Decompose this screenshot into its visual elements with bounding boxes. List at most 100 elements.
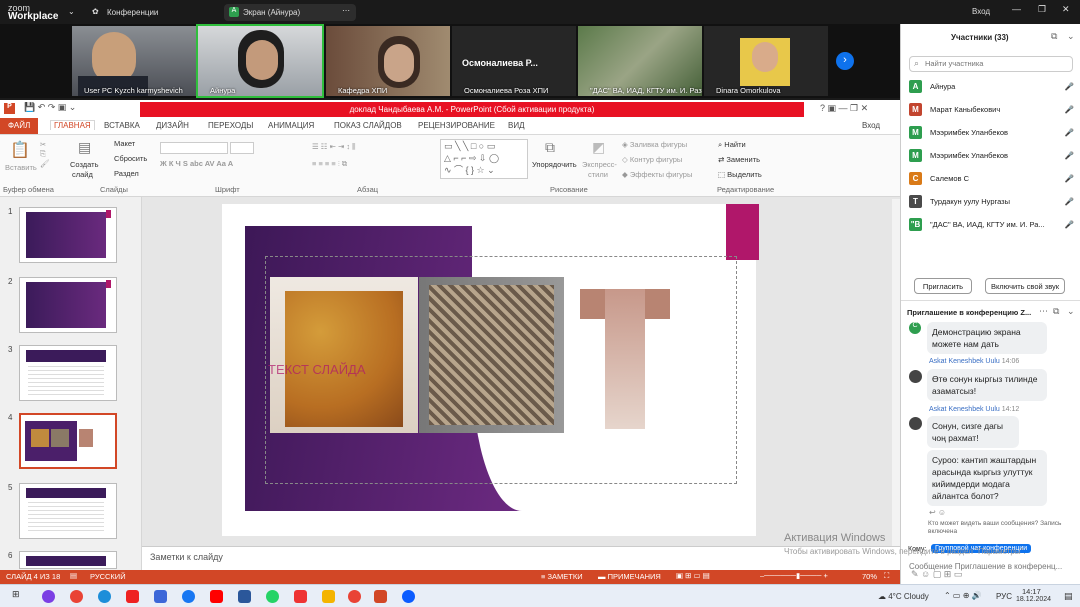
reply-icon[interactable]: ↩ ☺ xyxy=(929,508,946,517)
notes-placeholder[interactable]: Заметки к слайду xyxy=(150,552,223,562)
tab-slideshow[interactable]: ПОКАЗ СЛАЙДОВ xyxy=(334,121,402,130)
video-tile-2[interactable]: Айнура xyxy=(196,24,324,98)
clock-date[interactable]: 18.12.2024 xyxy=(1016,596,1051,603)
tab-review[interactable]: РЕЦЕНЗИРОВАНИЕ xyxy=(418,121,495,130)
cut-copy-icons[interactable]: ✂ ⎘ 🖌 xyxy=(40,140,50,168)
language-label[interactable]: РУССКИЙ xyxy=(90,572,126,581)
participant-row[interactable]: M Мээримбек Уланбеков 🎤 xyxy=(909,145,1074,165)
next-videos-button[interactable]: › xyxy=(836,52,854,70)
app-icon[interactable] xyxy=(42,590,55,603)
slide-body-text[interactable]: ТЕКСТ СЛАЙДА xyxy=(268,362,366,377)
tab-file[interactable]: ФАЙЛ xyxy=(0,118,38,134)
chevron-down-icon[interactable]: ⌄ xyxy=(68,7,75,16)
font-size-select[interactable] xyxy=(230,142,254,154)
invite-button[interactable]: Пригласить xyxy=(914,278,972,294)
font-format-buttons[interactable]: Ж К Ч S abc AV Aa A xyxy=(160,159,233,168)
view-buttons[interactable]: ▣ ⊞ ▭ ▤ xyxy=(676,571,710,580)
shape-outline-button[interactable]: ◇ Контур фигуры xyxy=(622,155,682,164)
zoom-level[interactable]: 70% xyxy=(862,572,877,581)
chevron-down-icon[interactable]: ⌄ xyxy=(1067,306,1075,317)
app-icon[interactable] xyxy=(294,590,307,603)
meetings-label[interactable]: Конференции xyxy=(107,8,158,17)
participant-row[interactable]: "В "ДАС" ВА, ИАД, КГТУ им. И. Ра... 🎤 xyxy=(909,214,1074,234)
notes-toggle[interactable]: ≡ ЗАМЕТКИ xyxy=(541,572,583,581)
new-slide-label[interactable]: слайд xyxy=(72,170,93,179)
arrange-button[interactable]: Упорядочить xyxy=(532,160,577,169)
app-icon[interactable] xyxy=(154,590,167,603)
popout-icon[interactable]: ⧉ xyxy=(1051,31,1057,42)
tab-home[interactable]: ГЛАВНАЯ xyxy=(50,120,95,130)
layout-button[interactable]: Макет xyxy=(114,139,135,148)
slide-thumb-2[interactable] xyxy=(19,277,117,333)
chat-toolbar[interactable]: ✎ ☺ ▢ ⊞ ▭ xyxy=(911,569,962,580)
video-tile-6[interactable]: Dinara Omorkulova xyxy=(704,26,828,96)
unmute-button[interactable]: Включить свой звук xyxy=(985,278,1065,294)
language-indicator[interactable]: РУС xyxy=(996,592,1012,601)
clock-time[interactable]: 14:17 xyxy=(1022,587,1041,596)
popout-icon[interactable]: ⧉ xyxy=(1053,306,1059,317)
quick-access-icons[interactable]: 💾 ↶ ↷ ▣ ⌄ xyxy=(24,102,76,113)
reset-button[interactable]: Сбросить xyxy=(114,154,147,163)
comments-toggle[interactable]: ▬ ПРИМЕЧАНИЯ xyxy=(598,572,661,581)
window-controls-icon[interactable]: ? ▣ — ❐ ✕ xyxy=(820,103,868,114)
slide-thumb-3[interactable] xyxy=(19,345,117,401)
slide-thumb-6[interactable] xyxy=(19,551,117,569)
shapes-gallery[interactable]: ▭ ╲ ╲ □ ○ ▭ △ ⌐ ⌐ ⇨ ⇩ ◯ ∿ ⌒ { } ☆ ⌄ xyxy=(440,139,528,179)
close-icon[interactable]: ✕ xyxy=(1062,4,1070,15)
spellcheck-icon[interactable]: ▤ xyxy=(70,571,77,580)
video-tile-3[interactable]: Кафедра ХПИ xyxy=(326,26,450,96)
ppt-signin[interactable]: Вход xyxy=(862,121,880,130)
participant-row[interactable]: A Айнура 🎤 xyxy=(909,76,1074,96)
styles-icon[interactable]: ◩ xyxy=(592,139,605,156)
new-slide-button[interactable]: Создать xyxy=(70,160,99,169)
edge-icon[interactable] xyxy=(98,590,111,603)
notifications-icon[interactable]: ▤ xyxy=(1064,591,1073,602)
align-buttons[interactable]: ≡ ≡ ≡ ≡ ⫶ ⧉ xyxy=(312,159,347,169)
search-input[interactable] xyxy=(925,59,1065,68)
find-button[interactable]: ⌕ Найти xyxy=(718,140,746,150)
video-tile-5[interactable]: "ДАС" ВА, ИАД, КГТУ им. И. Раз... xyxy=(578,26,702,96)
zoom-taskbar-icon[interactable] xyxy=(402,590,415,603)
app-icon[interactable] xyxy=(322,590,335,603)
replace-button[interactable]: ⇄ Заменить xyxy=(718,155,760,164)
weather-widget[interactable]: ☁ 4°C Cloudy xyxy=(878,592,929,601)
paste-button[interactable]: Вставить xyxy=(5,163,37,172)
list-buttons[interactable]: ☰ ☷ ⇤ ⇥ ↕ ⫼ xyxy=(312,142,356,152)
slide-thumb-4[interactable] xyxy=(19,413,117,469)
participant-row[interactable]: С Салемов С 🎤 xyxy=(909,168,1074,188)
section-button[interactable]: Раздел xyxy=(114,169,139,178)
yandex-icon[interactable] xyxy=(126,590,139,603)
quick-styles-button[interactable]: Экспресс- xyxy=(582,160,617,169)
minimize-icon[interactable]: — xyxy=(1012,4,1021,14)
font-family-select[interactable] xyxy=(160,142,228,154)
more-icon[interactable]: ⋯ xyxy=(342,6,350,15)
kimono-image-2[interactable] xyxy=(419,277,564,433)
chrome-icon[interactable] xyxy=(70,590,83,603)
powerpoint-taskbar-icon[interactable] xyxy=(374,590,387,603)
tab-transitions[interactable]: ПЕРЕХОДЫ xyxy=(208,121,253,130)
youtube-icon[interactable] xyxy=(210,590,223,603)
participant-row[interactable]: Т Турдакун уулу Нургазы 🎤 xyxy=(909,191,1074,211)
tab-insert[interactable]: ВСТАВКА xyxy=(104,121,140,130)
word-icon[interactable] xyxy=(238,590,251,603)
participant-row[interactable]: М Марат Каныбекович 🎤 xyxy=(909,99,1074,119)
slide-thumb-5[interactable] xyxy=(19,483,117,539)
tab-design[interactable]: ДИЗАЙН xyxy=(156,121,189,130)
tab-animation[interactable]: АНИМАЦИЯ xyxy=(268,121,314,130)
video-tile-4[interactable]: Осмоналиева Р... Осмоналиева Роза ХПИ xyxy=(452,26,576,96)
zoom-signin-label[interactable]: Вход xyxy=(972,7,990,16)
new-slide-icon[interactable]: ▤ xyxy=(78,139,91,156)
shape-fill-button[interactable]: ◈ Заливка фигуры xyxy=(622,140,687,149)
facebook-icon[interactable] xyxy=(182,590,195,603)
tray-icons[interactable]: ⌃ ▭ ⊕ 🔊 xyxy=(944,591,982,600)
paste-icon[interactable]: 📋 xyxy=(10,140,30,160)
select-button[interactable]: ⬚ Выделить xyxy=(718,170,762,179)
tab-view[interactable]: ВИД xyxy=(508,121,525,130)
slide-canvas[interactable]: ТЕКСТ СЛАЙДА xyxy=(222,204,759,536)
kimono-image-1[interactable] xyxy=(270,277,418,433)
arrange-icon[interactable]: ⧉ xyxy=(545,139,555,156)
restore-icon[interactable]: ❐ xyxy=(1038,4,1046,15)
video-tile-1[interactable]: User PC Kyzch karmyshevich xyxy=(72,26,196,96)
whatsapp-icon[interactable] xyxy=(266,590,279,603)
chrome-icon[interactable] xyxy=(348,590,361,603)
